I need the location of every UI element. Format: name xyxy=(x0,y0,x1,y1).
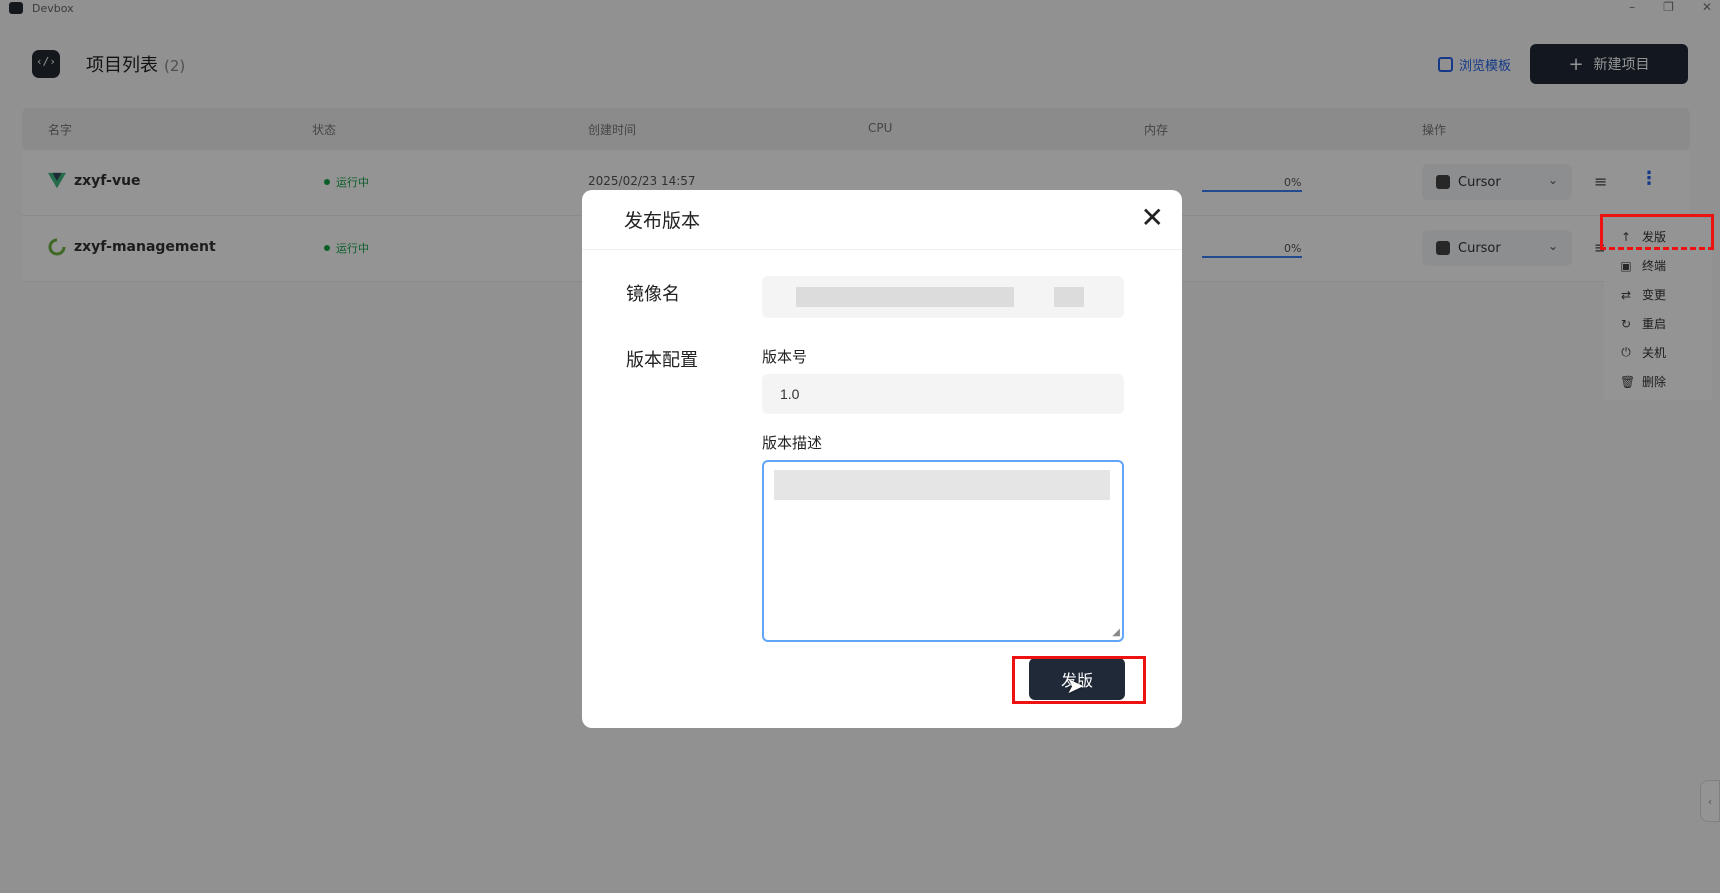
image-name-label: 镜像名 xyxy=(626,284,680,305)
version-description-textarea[interactable]: ◢ xyxy=(762,460,1124,642)
redacted-text xyxy=(796,287,1014,307)
version-config-label: 版本配置 xyxy=(626,350,698,371)
release-item-highlight xyxy=(1600,214,1714,250)
image-name-field[interactable] xyxy=(762,276,1124,318)
dialog-header: 发布版本 ✕ xyxy=(582,190,1182,250)
redacted-text xyxy=(1054,287,1084,307)
version-number-field[interactable]: 1.0 xyxy=(762,374,1124,414)
release-version-dialog: 发布版本 ✕ 镜像名 版本配置 版本号 1.0 版本描述 ◢ 发版 ➤ xyxy=(582,190,1182,728)
resize-grip-icon[interactable]: ◢ xyxy=(1112,627,1120,638)
redacted-text xyxy=(774,470,1110,500)
mouse-pointer-icon: ➤ xyxy=(1066,674,1085,699)
version-description-label: 版本描述 xyxy=(762,434,823,452)
version-number-label: 版本号 xyxy=(762,348,808,366)
dialog-title: 发布版本 xyxy=(624,210,701,232)
close-icon[interactable]: ✕ xyxy=(1141,202,1164,234)
